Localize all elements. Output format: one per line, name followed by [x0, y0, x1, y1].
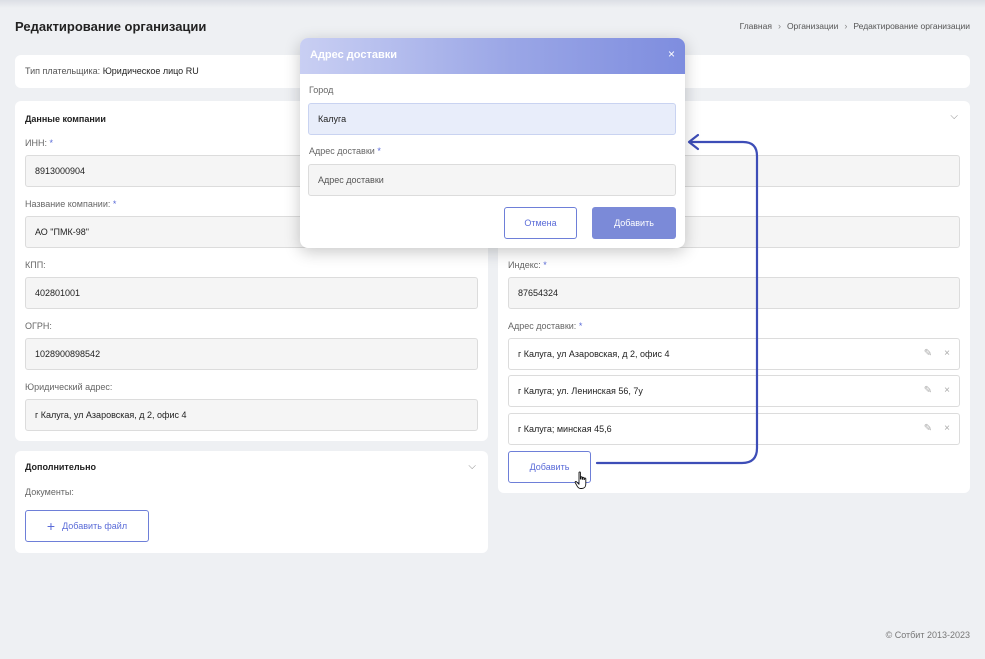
hand-cursor-icon [574, 471, 587, 489]
modal-header: Адрес доставки × [300, 38, 685, 74]
modal-address-label: Адрес доставки * [309, 146, 381, 156]
modal-address-input[interactable]: Адрес доставки [308, 164, 676, 196]
submit-button[interactable]: Добавить [592, 207, 676, 239]
cancel-button[interactable]: Отмена [504, 207, 577, 239]
close-icon[interactable]: × [668, 47, 675, 61]
city-label: Город [309, 85, 334, 95]
delivery-address-modal: Адрес доставки × Город Калуга Адрес дост… [300, 38, 685, 248]
modal-title: Адрес доставки [310, 49, 398, 61]
city-field[interactable]: Калуга [308, 103, 676, 135]
